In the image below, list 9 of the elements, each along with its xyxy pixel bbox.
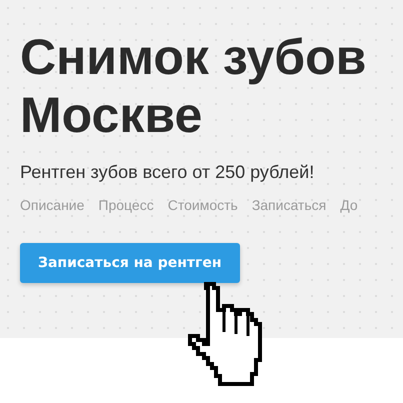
nav-link[interactable]: Записаться: [252, 197, 326, 213]
nav-link[interactable]: Процесс: [98, 197, 154, 213]
nav-link[interactable]: Стоимость: [168, 197, 238, 213]
headline: Снимок зубов: [20, 28, 368, 86]
nav-link[interactable]: До: [340, 197, 358, 213]
headline: Москве: [20, 86, 204, 144]
subtitle: Рентген зубов всего от 250 рублей!: [20, 162, 316, 183]
nav-link[interactable]: Описание: [20, 197, 84, 213]
signup-button[interactable]: Записаться на рентген: [20, 243, 240, 283]
